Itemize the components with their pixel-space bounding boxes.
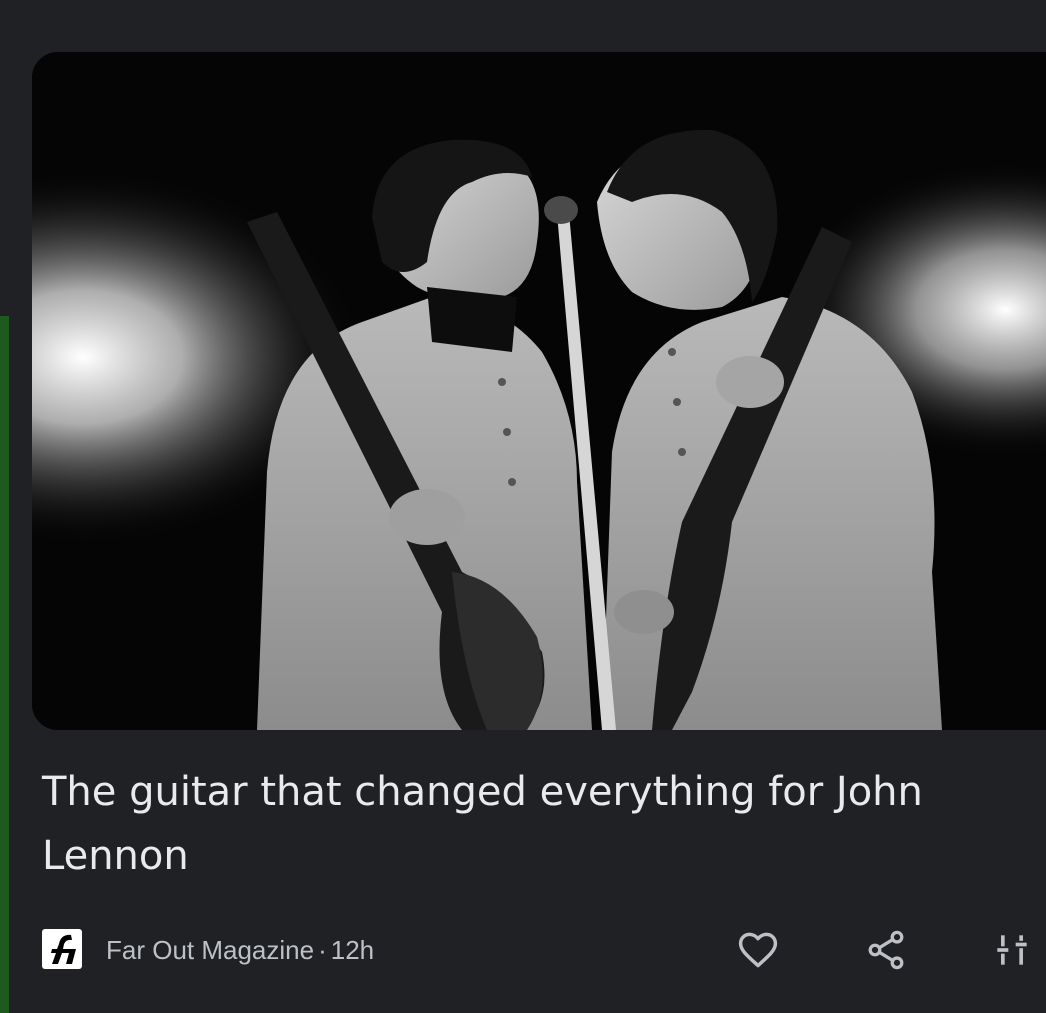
discover-feed: The guitar that changed everything for J… bbox=[0, 0, 1046, 1013]
source-logo-icon bbox=[42, 929, 82, 969]
article-card[interactable]: The guitar that changed everything for J… bbox=[32, 52, 1046, 1013]
like-button[interactable] bbox=[732, 924, 784, 976]
share-icon bbox=[868, 930, 904, 970]
share-button[interactable] bbox=[860, 924, 912, 976]
tune-sliders-icon bbox=[997, 935, 1027, 965]
article-meta-row: Far Out Magazine · 12h bbox=[32, 916, 1046, 980]
more-options-button[interactable] bbox=[986, 924, 1038, 976]
source-name[interactable]: Far Out Magazine bbox=[106, 935, 314, 965]
article-headline[interactable]: The guitar that changed everything for J… bbox=[42, 760, 1002, 888]
article-photo bbox=[32, 52, 1046, 730]
card-accent-bar bbox=[0, 316, 9, 1013]
meta-separator: · bbox=[318, 935, 327, 965]
article-image[interactable] bbox=[32, 52, 1046, 730]
source-info[interactable]: Far Out Magazine · 12h bbox=[106, 934, 374, 966]
heart-outline-icon bbox=[738, 932, 778, 968]
article-age: 12h bbox=[330, 935, 375, 965]
